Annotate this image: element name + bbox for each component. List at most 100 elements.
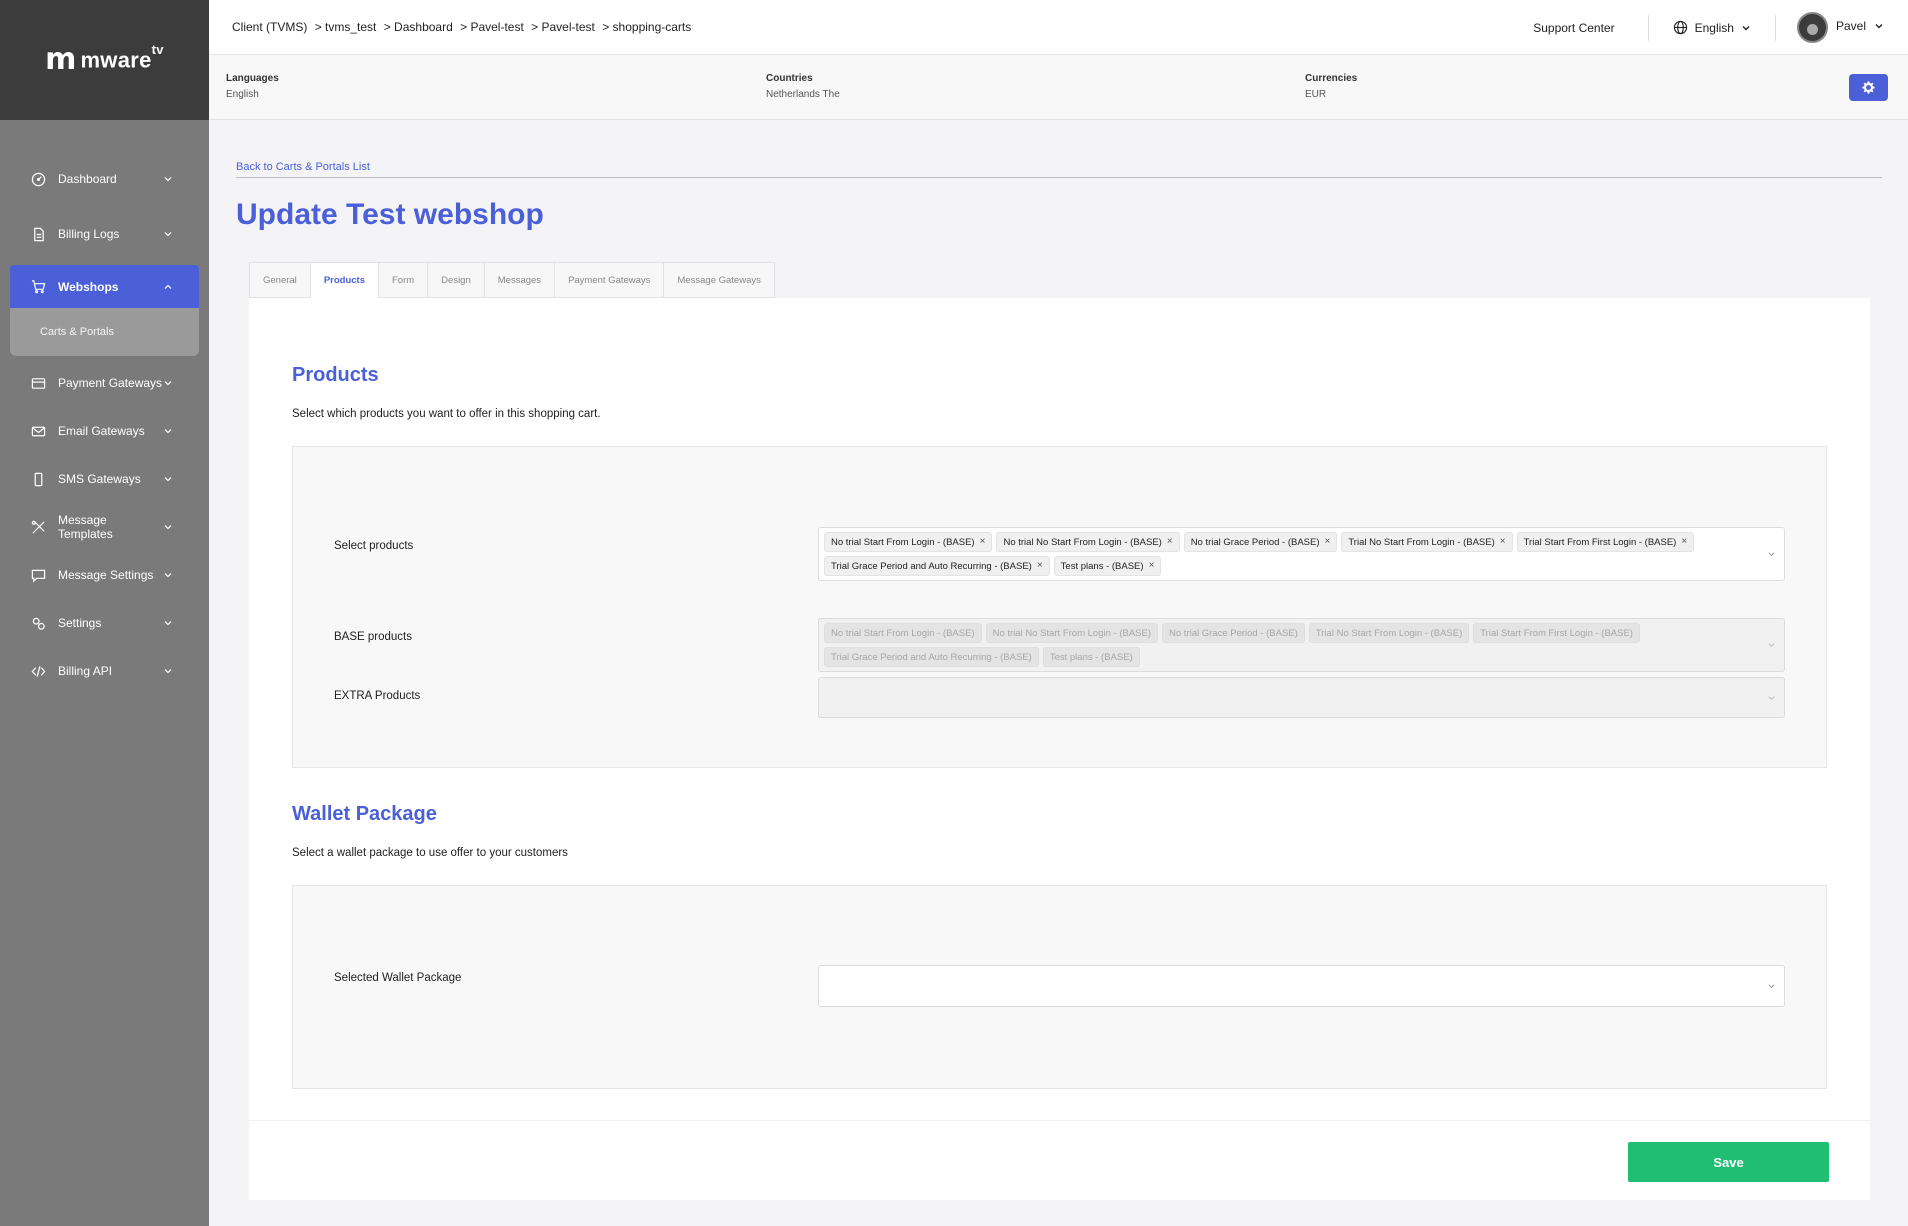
sidebar-item-settings[interactable]: Settings — [0, 599, 209, 647]
product-tag: Trial Start From First Login - (BASE) × — [1516, 532, 1695, 552]
extra-products-label: EXTRA Products — [334, 690, 421, 702]
avatar — [1796, 12, 1828, 43]
products-box: Select products No trial Start From Logi… — [292, 446, 1827, 768]
user-menu[interactable]: Pavel — [1776, 12, 1908, 43]
product-tag: Trial Grace Period and Auto Recurring - … — [824, 556, 1050, 576]
select-products-label: Select products — [334, 540, 414, 552]
document-icon — [30, 226, 46, 242]
remove-tag-icon[interactable]: × — [1681, 537, 1687, 547]
extra-products-field[interactable] — [818, 677, 1785, 718]
sidebar-item-label: Webshops — [58, 279, 119, 294]
product-tag: No trial No Start From Login - (BASE) × — [996, 532, 1180, 552]
chevron-down-icon — [164, 477, 172, 482]
remove-tag-icon[interactable]: × — [1325, 537, 1331, 547]
remove-tag-icon[interactable]: × — [1149, 561, 1155, 571]
info-bar: Languages English Countries Netherlands … — [209, 55, 1908, 120]
remove-tag-icon[interactable]: × — [980, 537, 986, 547]
tab-payment-gateways[interactable]: Payment Gateways — [554, 262, 664, 298]
language-label: English — [1694, 20, 1734, 35]
remove-tag-icon[interactable]: × — [1037, 561, 1043, 571]
chevron-down-icon — [164, 232, 172, 237]
chevron-down-icon — [164, 669, 172, 674]
sidebar-item-label: Billing API — [58, 664, 113, 678]
brand-name: mware — [80, 47, 152, 73]
chat-icon — [30, 567, 46, 583]
tab-messages[interactable]: Messages — [483, 262, 555, 298]
chevron-down-icon — [164, 573, 172, 578]
languages-label: Languages — [226, 73, 279, 84]
select-products-field[interactable]: No trial Start From Login - (BASE) × No t… — [818, 527, 1785, 581]
gauge-icon — [30, 171, 46, 187]
sidebar-item-message-settings[interactable]: Message Settings — [0, 551, 209, 599]
breadcrumb-item: > shopping-carts — [602, 20, 692, 34]
sidebar-item-label: Payment Gateways — [58, 376, 163, 390]
products-panel: Products Select which products you want … — [249, 298, 1870, 1120]
cart-icon — [30, 279, 46, 295]
logo[interactable]: ⅿ mwaretv — [0, 0, 209, 120]
breadcrumb-item[interactable]: > tvms_test — [315, 20, 377, 34]
currencies-value: EUR — [1305, 89, 1327, 100]
sidebar-item-billing-logs[interactable]: Billing Logs — [0, 210, 209, 258]
tab-message-gateways[interactable]: Message Gateways — [663, 262, 775, 298]
breadcrumb-item[interactable]: > Pavel-test — [460, 20, 524, 34]
sidebar-item-label: Message Templates — [58, 513, 113, 541]
support-center-link[interactable]: Support Center — [1533, 14, 1649, 41]
sidebar-item-email-gateways[interactable]: Email Gateways — [0, 407, 209, 455]
page-title: Update Test webshop — [236, 198, 544, 231]
chevron-down-icon — [164, 381, 172, 386]
product-tag-label: Test plans - (BASE) — [1060, 560, 1144, 572]
chevron-down-icon — [1768, 695, 1775, 700]
breadcrumb-item[interactable]: > Pavel-test — [531, 20, 595, 34]
top-bar: Client (TVMS) > tvms_test > Dashboard > … — [209, 0, 1908, 55]
base-product-tag: Trial Start From First Login - (BASE) — [1473, 623, 1640, 643]
breadcrumb-item[interactable]: > Dashboard — [384, 20, 453, 34]
tab-form[interactable]: Form — [378, 262, 428, 298]
wallet-package-select[interactable] — [818, 965, 1785, 1007]
sidebar-item-billing-api[interactable]: Billing API — [0, 647, 209, 695]
product-tag-label: Trial No Start From Login - (BASE) — [1348, 536, 1495, 548]
base-product-tag: No trial No Start From Login - (BASE) — [985, 623, 1158, 643]
countries-value: Netherlands The — [766, 89, 840, 100]
sidebar-item-label: Billing Logs — [58, 227, 120, 241]
sidebar-item-webshops[interactable]: Webshops — [10, 265, 199, 308]
chevron-down-icon — [1742, 25, 1750, 30]
tab-general[interactable]: General — [249, 262, 310, 298]
sidebar-item-label: SMS Gateways — [58, 472, 141, 486]
gear-icon — [1862, 81, 1875, 94]
sidebar-item-dashboard[interactable]: Dashboard — [0, 155, 209, 203]
tab-bar: General Products Form Design Messages Pa… — [249, 262, 775, 298]
code-icon — [30, 663, 46, 679]
products-section-title: Products — [292, 364, 379, 386]
tab-products[interactable]: Products — [309, 262, 378, 298]
remove-tag-icon[interactable]: × — [1500, 537, 1506, 547]
sidebar-subitem-label: Carts & Portals — [40, 326, 114, 338]
remove-tag-icon[interactable]: × — [1167, 537, 1173, 547]
language-selector[interactable]: English — [1649, 14, 1776, 41]
languages-info: Languages English — [226, 73, 279, 100]
sidebar-item-sms-gateways[interactable]: SMS Gateways — [0, 455, 209, 503]
chevron-down-icon — [164, 177, 172, 182]
base-product-tag: No trial Start From Login - (BASE) — [824, 623, 982, 643]
wallet-section-description: Select a wallet package to use offer to … — [292, 847, 568, 859]
tab-design[interactable]: Design — [427, 262, 484, 298]
products-section-description: Select which products you want to offer … — [292, 408, 601, 420]
chevron-down-icon — [164, 429, 172, 434]
sidebar-item-message-templates[interactable]: Message Templates — [0, 503, 209, 551]
breadcrumb-item[interactable]: Client (TVMS) — [232, 20, 307, 34]
wallet-package-label: Selected Wallet Package — [334, 972, 462, 984]
chevron-down-icon — [1768, 643, 1775, 647]
chevron-down-icon — [164, 621, 172, 626]
product-tag-label: No trial Grace Period - (BASE) — [1190, 536, 1320, 548]
back-link[interactable]: Back to Carts & Portals List — [236, 161, 370, 173]
save-button[interactable]: Save — [1628, 1142, 1829, 1182]
sidebar-item-payment-gateways[interactable]: Payment Gateways — [0, 359, 209, 407]
sidebar-subitem-carts-portals[interactable]: Carts & Portals — [10, 308, 199, 356]
user-name: Pavel — [1835, 18, 1866, 33]
countries-info: Countries Netherlands The — [766, 73, 840, 100]
product-tag-label: Trial Grace Period and Auto Recurring - … — [831, 560, 1032, 572]
top-right-controls: Support Center English Pavel — [1533, 0, 1908, 55]
settings-button[interactable] — [1849, 74, 1888, 101]
mail-icon — [30, 423, 46, 439]
sidebar-item-label: Email Gateways — [58, 424, 145, 438]
base-products-label: BASE products — [334, 631, 412, 643]
